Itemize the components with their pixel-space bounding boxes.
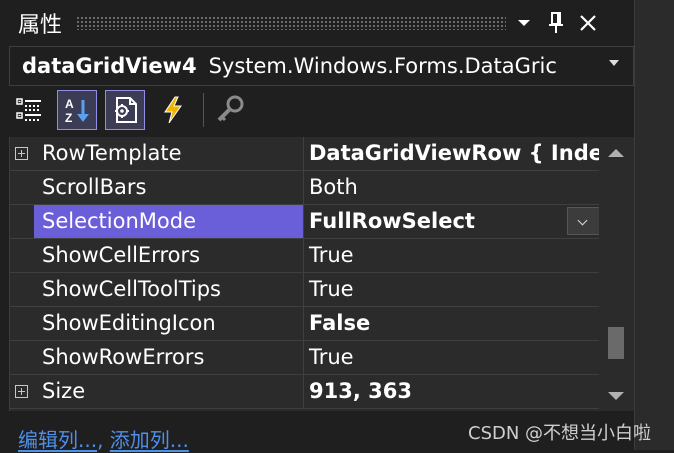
property-value[interactable]: True <box>304 239 600 272</box>
property-name: RowTemplate <box>42 141 182 165</box>
property-row-showrowerrors[interactable]: ShowRowErrors True <box>10 341 600 375</box>
value-dropdown-button[interactable] <box>567 207 600 235</box>
property-row-showeditingicon[interactable]: ShowEditingIcon False <box>10 307 600 341</box>
property-name: Size <box>42 379 86 403</box>
expand-icon[interactable] <box>15 147 28 160</box>
object-name: dataGridView4 <box>22 54 197 78</box>
property-pages-button[interactable] <box>210 90 250 130</box>
property-value[interactable]: True <box>304 341 600 374</box>
property-name: ShowEditingIcon <box>42 311 216 335</box>
object-type: System.Windows.Forms.DataGric <box>208 54 557 78</box>
toolbar-separator <box>203 93 204 127</box>
property-row-showcelltooltips[interactable]: ShowCellToolTips True <box>10 273 600 307</box>
property-name: ShowCellToolTips <box>42 277 221 301</box>
object-selector[interactable]: dataGridView4 System.Windows.Forms.DataG… <box>9 46 634 86</box>
events-button[interactable] <box>153 90 193 130</box>
property-grid: RowTemplate DataGridViewRow { Inde Scrol… <box>9 137 600 411</box>
property-row-scrollbars[interactable]: ScrollBars Both <box>10 171 600 205</box>
property-name: ShowRowErrors <box>42 345 205 369</box>
scrollbar-thumb[interactable] <box>608 327 624 359</box>
watermark: CSDN @不想当小白啦 <box>468 423 652 444</box>
vertical-scrollbar[interactable] <box>599 137 634 411</box>
close-icon[interactable] <box>574 7 602 39</box>
svg-text:Z: Z <box>65 111 72 125</box>
property-name: ShowCellErrors <box>42 243 201 267</box>
property-row-rowtemplate[interactable]: RowTemplate DataGridViewRow { Inde <box>10 137 600 171</box>
svg-text:A: A <box>65 97 74 111</box>
property-value[interactable]: True <box>304 273 600 306</box>
properties-icon <box>115 97 137 123</box>
property-value[interactable]: FullRowSelect <box>304 205 600 238</box>
scroll-up-icon[interactable] <box>608 149 624 157</box>
title-drag-grip[interactable] <box>76 16 507 30</box>
alphabetical-button[interactable]: A Z <box>57 90 97 130</box>
property-row-selectionmode[interactable]: SelectionMode FullRowSelect <box>10 205 600 239</box>
property-row-showcellerrors[interactable]: ShowCellErrors True <box>10 239 600 273</box>
properties-button[interactable] <box>105 90 145 130</box>
adjacent-panel-edge <box>634 0 674 450</box>
alphabetical-icon: A Z <box>65 97 89 125</box>
edit-columns-link[interactable]: 编辑列... <box>18 428 97 452</box>
pin-icon[interactable] <box>542 7 570 39</box>
property-value[interactable]: Both <box>304 171 600 204</box>
property-pages-icon <box>217 95 244 122</box>
expand-icon[interactable] <box>15 385 28 398</box>
commands-separator: , <box>97 428 110 452</box>
categorized-icon <box>16 98 41 121</box>
commands-pane: 编辑列..., 添加列... <box>18 424 189 453</box>
scroll-down-icon[interactable] <box>608 392 624 400</box>
property-value[interactable]: 913, 363 <box>304 375 600 408</box>
properties-title-bar: 属性 <box>0 0 634 46</box>
events-icon <box>164 96 182 124</box>
property-row-size[interactable]: Size 913, 363 <box>10 375 600 409</box>
add-column-link[interactable]: 添加列... <box>110 428 189 452</box>
window-position-dropdown-icon[interactable] <box>510 7 538 39</box>
property-name: ScrollBars <box>42 175 147 199</box>
panel-title: 属性 <box>18 13 63 38</box>
properties-toolbar: A Z <box>9 86 634 134</box>
property-value[interactable]: DataGridViewRow { Inde <box>304 137 600 170</box>
categorized-button[interactable] <box>9 90 49 130</box>
property-name: SelectionMode <box>34 205 303 238</box>
property-value[interactable]: False <box>304 307 600 340</box>
object-selector-dropdown-icon[interactable] <box>609 60 619 66</box>
